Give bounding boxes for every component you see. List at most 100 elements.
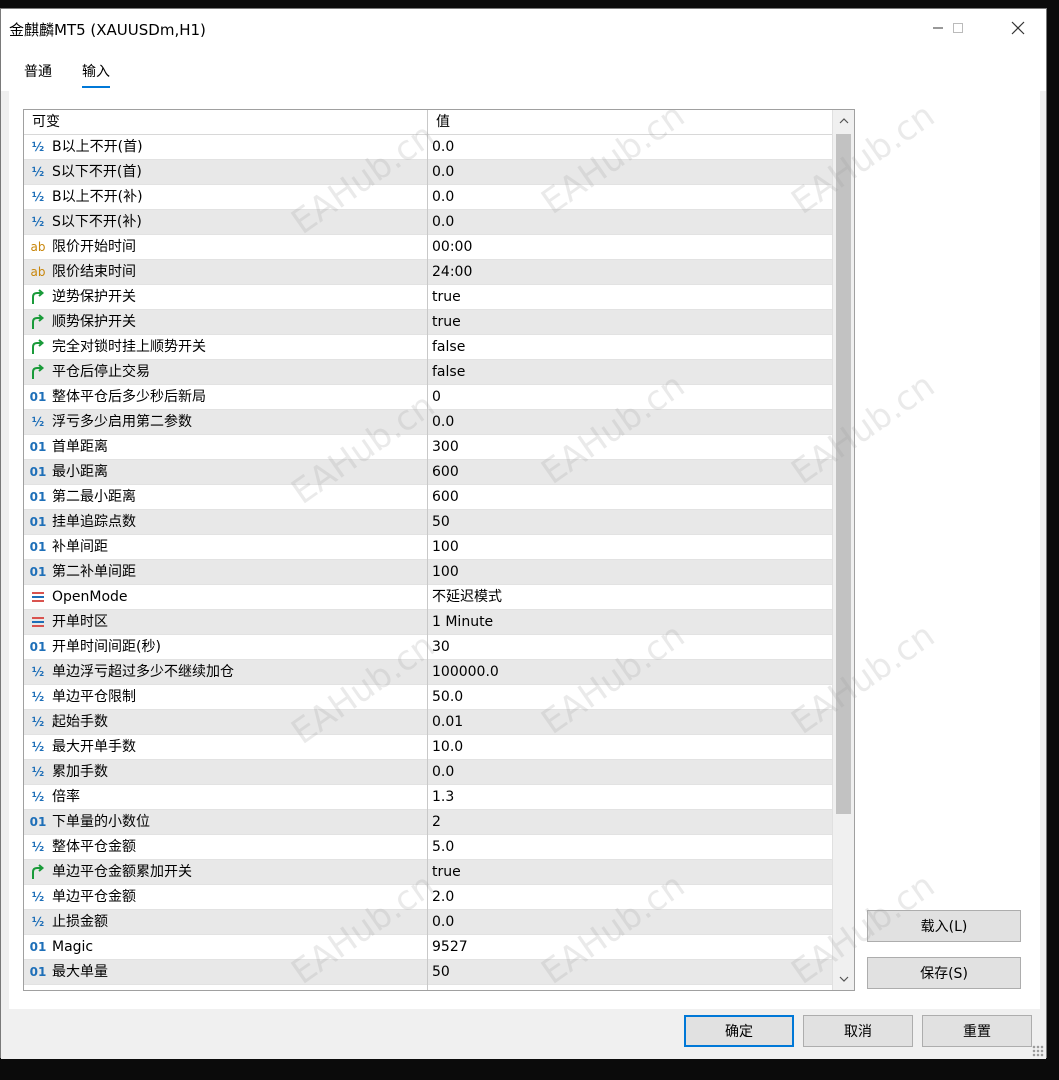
header-value[interactable]: 值 [436, 110, 450, 134]
parameter-value[interactable]: 50.0 [432, 685, 463, 709]
parameter-value[interactable]: 1 Minute [432, 610, 493, 634]
parameter-value[interactable]: 600 [432, 460, 459, 484]
ok-button[interactable]: 确定 [684, 1015, 794, 1047]
table-row[interactable]: ½ 起始手数 0.01 [24, 710, 832, 735]
parameter-value[interactable]: false [432, 335, 465, 359]
table-row[interactable]: ½ 倍率 1.3 [24, 785, 832, 810]
parameter-value[interactable]: 2 [432, 810, 441, 834]
parameter-name: 首单距离 [52, 439, 108, 455]
close-icon[interactable] [995, 9, 1041, 47]
parameter-value[interactable]: 600 [432, 485, 459, 509]
vertical-scrollbar[interactable] [832, 110, 854, 990]
parameter-name: 浮亏多少启用第二参数 [52, 414, 192, 430]
table-row[interactable]: ½ 单边平仓金额 2.0 [24, 885, 832, 910]
parameter-value[interactable]: true [432, 310, 461, 334]
table-row[interactable]: 01 开单时间间距(秒) 30 [24, 635, 832, 660]
table-row[interactable]: 开单时区 1 Minute [24, 610, 832, 635]
double-type-icon: ½ [31, 840, 45, 854]
parameter-value[interactable]: true [432, 285, 461, 309]
parameter-name: 单边平仓金额累加开关 [52, 864, 192, 880]
parameters-grid: 可变 值 ½ B以上不开(首) 0.0 ½ S以下不开(首) 0.0 ½ B以上不开(补) 0.… [23, 109, 855, 991]
table-row[interactable]: 01 挂单追踪点数 50 [24, 510, 832, 535]
table-row[interactable]: ½ 整体平仓金额 5.0 [24, 835, 832, 860]
table-row[interactable]: 01 Magic 9527 [24, 935, 832, 960]
table-row[interactable]: 顺势保护开关 true [24, 310, 832, 335]
scroll-down-icon[interactable] [833, 968, 854, 990]
parameter-value[interactable]: 50 [432, 960, 450, 984]
load-button[interactable]: 载入(L) [867, 910, 1021, 942]
parameter-value[interactable]: 00:00 [432, 235, 472, 259]
parameter-value[interactable]: 0.01 [432, 710, 463, 734]
reset-button[interactable]: 重置 [922, 1015, 1032, 1047]
maximize-icon[interactable] [935, 9, 981, 47]
table-row[interactable]: 01 下单量的小数位 2 [24, 810, 832, 835]
parameter-value[interactable]: 0.0 [432, 760, 454, 784]
parameter-value[interactable]: 9527 [432, 935, 468, 959]
table-row[interactable]: ½ 止损金额 0.0 [24, 910, 832, 935]
tab-inputs[interactable]: 输入 [82, 61, 110, 88]
cancel-button[interactable]: 取消 [803, 1015, 913, 1047]
table-row[interactable]: 01 首单距离 300 [24, 435, 832, 460]
parameter-value[interactable]: true [432, 860, 461, 884]
header-variable[interactable]: 可变 [32, 110, 60, 134]
double-type-icon: ½ [31, 190, 45, 204]
table-row[interactable]: ½ S以下不开(首) 0.0 [24, 160, 832, 185]
parameter-value[interactable]: 300 [432, 435, 459, 459]
parameter-value[interactable]: false [432, 360, 465, 384]
integer-type-icon: 01 [29, 440, 47, 454]
table-row[interactable]: 逆势保护开关 true [24, 285, 832, 310]
scroll-up-icon[interactable] [833, 110, 854, 132]
parameter-value[interactable]: 100 [432, 560, 459, 584]
table-row[interactable]: 平仓后停止交易 false [24, 360, 832, 385]
parameter-name: 完全对锁时挂上顺势开关 [52, 339, 206, 355]
parameter-value[interactable]: 100000.0 [432, 660, 499, 684]
parameter-value[interactable]: 0.0 [432, 210, 454, 234]
table-row[interactable]: 01 第二补单间距 100 [24, 560, 832, 585]
table-row[interactable]: OpenMode 不延迟模式 [24, 585, 832, 610]
scrollbar-thumb[interactable] [836, 134, 851, 814]
parameter-value[interactable]: 24:00 [432, 260, 472, 284]
parameter-value[interactable]: 0.0 [432, 910, 454, 934]
dialog-footer: 确定 取消 重置 [1, 1009, 1046, 1059]
resize-grip[interactable] [1032, 1045, 1044, 1057]
table-row[interactable]: ½ 最大开单手数 10.0 [24, 735, 832, 760]
table-row[interactable]: ½ 浮亏多少启用第二参数 0.0 [24, 410, 832, 435]
tab-common[interactable]: 普通 [24, 61, 52, 81]
table-row[interactable]: 01 补单间距 100 [24, 535, 832, 560]
parameter-rows: ½ B以上不开(首) 0.0 ½ S以下不开(首) 0.0 ½ B以上不开(补) 0.0 ½ S以下… [24, 135, 832, 985]
double-type-icon: ½ [31, 665, 45, 679]
dialog-window: 金麒麟MT5 (XAUUSDm,H1) 普通 输入 可变 值 ½ B以上不开(首)… [0, 8, 1047, 1059]
parameter-value[interactable]: 0.0 [432, 160, 454, 184]
double-type-icon: ½ [31, 715, 45, 729]
save-button[interactable]: 保存(S) [867, 957, 1021, 989]
parameter-value[interactable]: 0.0 [432, 410, 454, 434]
table-row[interactable]: ab 限价开始时间 00:00 [24, 235, 832, 260]
table-row[interactable]: ab 限价结束时间 24:00 [24, 260, 832, 285]
parameter-value[interactable]: 不延迟模式 [432, 585, 502, 609]
parameter-value[interactable]: 10.0 [432, 735, 463, 759]
parameter-value[interactable]: 2.0 [432, 885, 454, 909]
table-row[interactable]: ½ 累加手数 0.0 [24, 760, 832, 785]
table-row[interactable]: 01 最大单量 50 [24, 960, 832, 985]
parameter-value[interactable]: 0.0 [432, 135, 454, 159]
table-row[interactable]: 01 最小距离 600 [24, 460, 832, 485]
table-row[interactable]: ½ B以上不开(首) 0.0 [24, 135, 832, 160]
parameter-value[interactable]: 30 [432, 635, 450, 659]
parameter-value[interactable]: 5.0 [432, 835, 454, 859]
parameter-value[interactable]: 0.0 [432, 185, 454, 209]
table-row[interactable]: ½ B以上不开(补) 0.0 [24, 185, 832, 210]
table-row[interactable]: ½ 单边浮亏超过多少不继续加仓 100000.0 [24, 660, 832, 685]
table-row[interactable]: 01 第二最小距离 600 [24, 485, 832, 510]
parameter-value[interactable]: 50 [432, 510, 450, 534]
integer-type-icon: 01 [29, 490, 47, 504]
table-row[interactable]: 单边平仓金额累加开关 true [24, 860, 832, 885]
parameter-value[interactable]: 1.3 [432, 785, 454, 809]
table-row[interactable]: 完全对锁时挂上顺势开关 false [24, 335, 832, 360]
table-row[interactable]: 01 整体平仓后多少秒后新局 0 [24, 385, 832, 410]
parameter-value[interactable]: 0 [432, 385, 441, 409]
table-row[interactable]: ½ 单边平仓限制 50.0 [24, 685, 832, 710]
parameter-name: OpenMode [52, 589, 128, 605]
column-separator[interactable] [427, 110, 428, 990]
parameter-value[interactable]: 100 [432, 535, 459, 559]
table-row[interactable]: ½ S以下不开(补) 0.0 [24, 210, 832, 235]
